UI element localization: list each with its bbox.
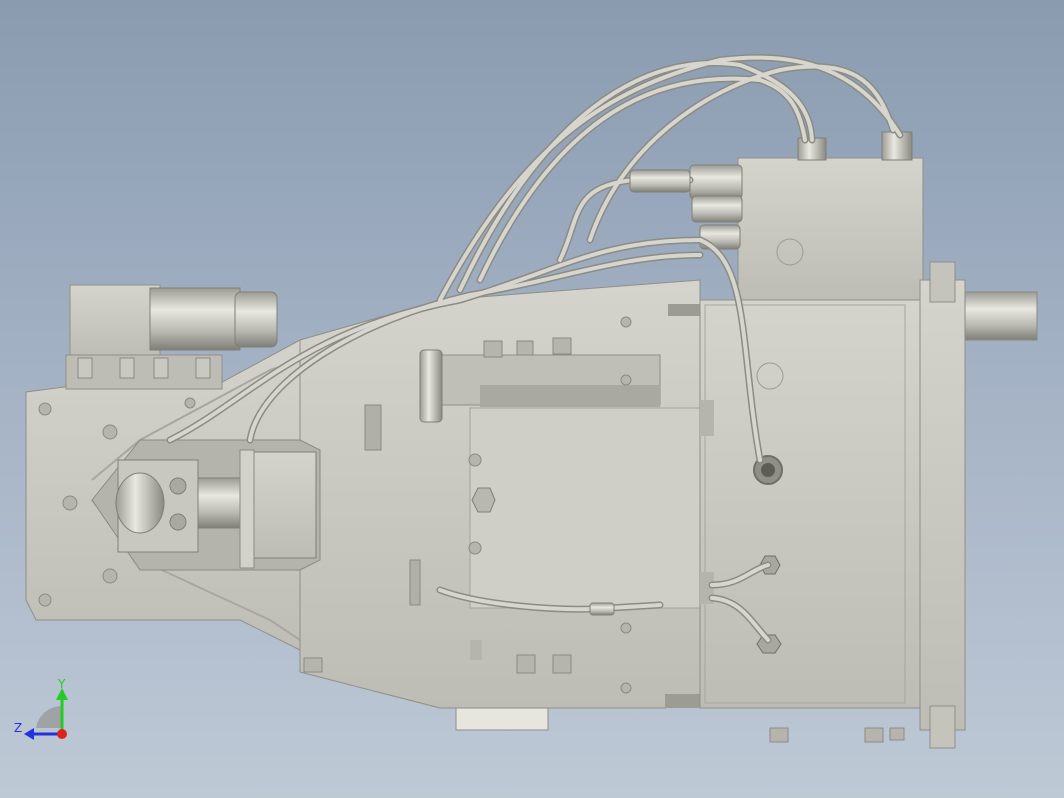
main-frame-plate xyxy=(299,279,705,731)
cylinder-block xyxy=(699,157,1038,749)
x-axis-dot xyxy=(57,729,67,739)
3d-viewport[interactable]: Y Z xyxy=(0,0,1064,798)
view-triad[interactable]: Y Z xyxy=(12,676,76,748)
y-axis-label: Y xyxy=(57,677,66,691)
z-axis-arrow xyxy=(24,728,34,740)
cad-model[interactable] xyxy=(0,0,1064,798)
z-axis-label: Z xyxy=(14,721,22,735)
triad-quadrant xyxy=(36,705,62,728)
